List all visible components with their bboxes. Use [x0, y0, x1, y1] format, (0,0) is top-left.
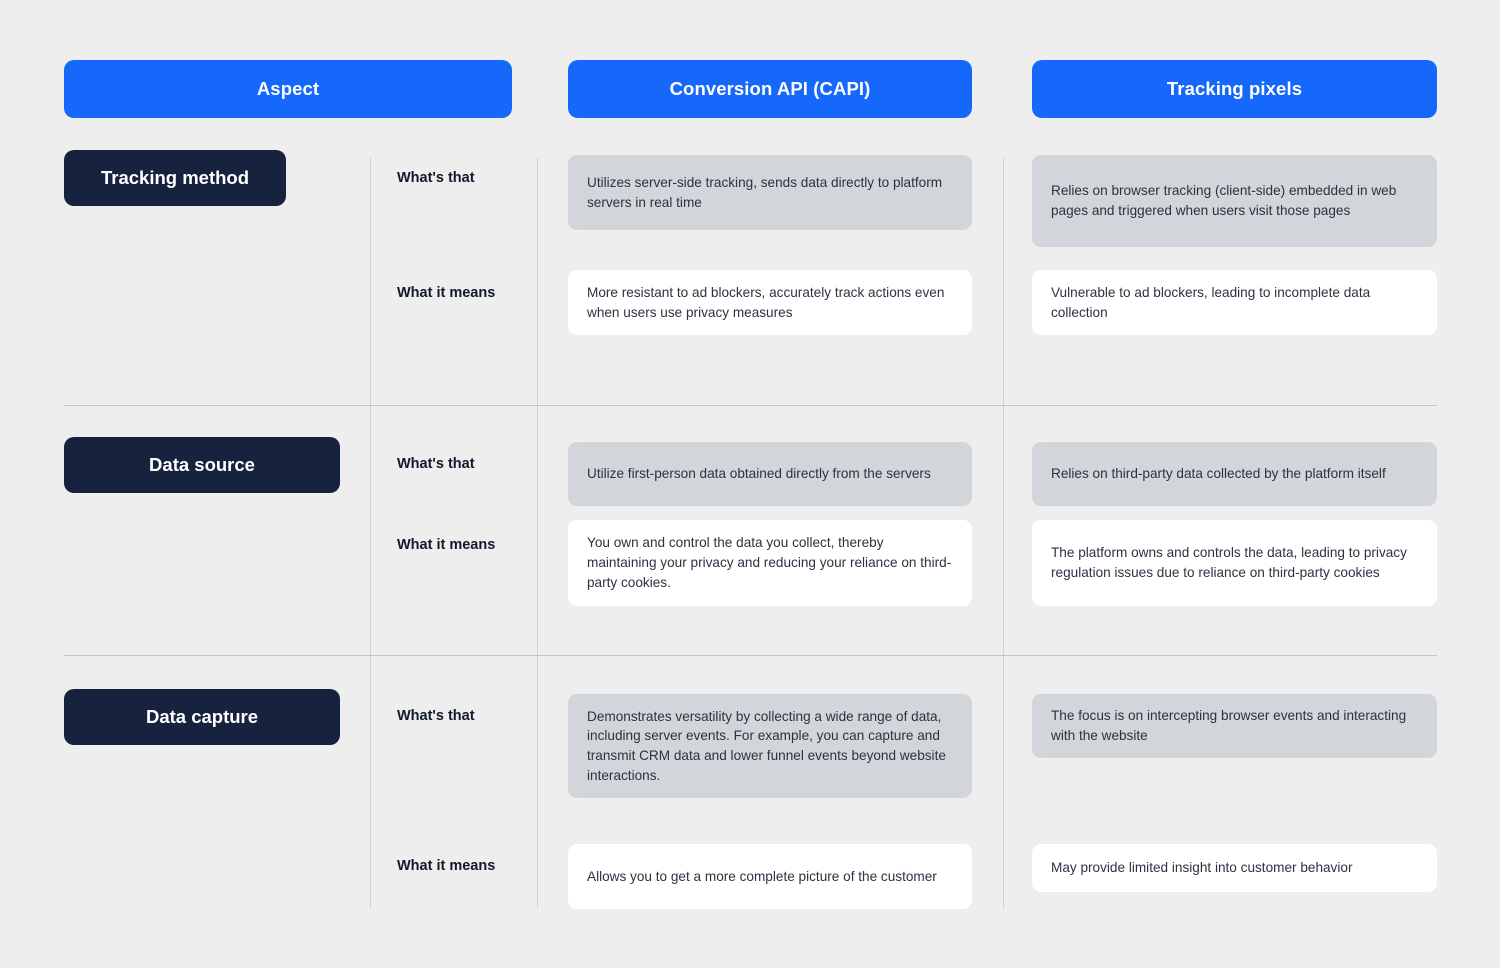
cell-capi-what-it-means: Allows you to get a more complete pictur… — [568, 844, 972, 909]
sub-label-what-it-means: What it means — [397, 858, 496, 874]
cell-text: The platform owns and controls the data,… — [1051, 545, 1407, 580]
sub-label-what-it-means: What it means — [397, 285, 496, 301]
aspect-label-text: Data capture — [145, 706, 259, 727]
cell-text: Vulnerable to ad blockers, leading to in… — [1051, 284, 1371, 320]
column-header-tracking-pixels-label: Tracking pixels — [1166, 78, 1303, 99]
cell-text: Utilize first-person data obtained direc… — [587, 466, 931, 482]
cell-capi-whats-that: Utilizes server-side tracking, sends dat… — [568, 155, 972, 230]
cell-text: May provide limited insight into custome… — [1051, 860, 1353, 876]
cell-capi-whats-that: Utilize first-person data obtained direc… — [568, 442, 972, 506]
cell-text: Relies on browser tracking (client-side)… — [1051, 183, 1397, 218]
aspect-label-data-source: Data source — [64, 437, 340, 493]
cell-text: More resistant to ad blockers, accuratel… — [587, 284, 945, 320]
horizontal-divider-row-1 — [64, 405, 1437, 406]
aspect-label-text: Tracking method — [100, 167, 250, 188]
sub-label-whats-that: What's that — [397, 456, 475, 472]
column-header-conversion-api-label: Conversion API (CAPI) — [669, 78, 871, 99]
table-header-row: Aspect Conversion API (CAPI) Tracking pi… — [0, 60, 1500, 118]
cell-pixels-whats-that: Relies on third-party data collected by … — [1032, 442, 1437, 506]
comparison-table-page: Aspect Conversion API (CAPI) Tracking pi… — [0, 0, 1500, 968]
cell-capi-what-it-means: More resistant to ad blockers, accuratel… — [568, 270, 972, 335]
cell-pixels-what-it-means: The platform owns and controls the data,… — [1032, 520, 1437, 606]
aspect-label-text: Data source — [149, 454, 255, 475]
cell-text: Allows you to get a more complete pictur… — [587, 868, 937, 884]
column-header-conversion-api: Conversion API (CAPI) — [568, 60, 972, 118]
aspect-label-tracking-method: Tracking method — [64, 150, 286, 206]
table-row: Data source What's that What it means Ut… — [0, 437, 1500, 655]
cell-pixels-whats-that: The focus is on intercepting browser eve… — [1032, 694, 1437, 758]
cell-text: Utilizes server-side tracking, sends dat… — [587, 174, 943, 210]
column-header-aspect: Aspect — [64, 60, 512, 118]
cell-text: Relies on third-party data collected by … — [1051, 466, 1386, 482]
cell-pixels-what-it-means: Vulnerable to ad blockers, leading to in… — [1032, 270, 1437, 335]
table-row: Data capture What's that What it means D… — [0, 689, 1500, 909]
column-header-tracking-pixels: Tracking pixels — [1032, 60, 1437, 118]
aspect-label-data-capture: Data capture — [64, 689, 340, 745]
cell-text: You own and control the data you collect… — [587, 535, 952, 590]
cell-pixels-what-it-means: May provide limited insight into custome… — [1032, 844, 1437, 892]
cell-capi-what-it-means: You own and control the data you collect… — [568, 520, 972, 606]
cell-text: Demonstrates versatility by collecting a… — [587, 708, 946, 783]
sub-label-whats-that: What's that — [397, 708, 475, 724]
cell-text: The focus is on intercepting browser eve… — [1051, 708, 1407, 743]
cell-pixels-whats-that: Relies on browser tracking (client-side)… — [1032, 155, 1437, 247]
column-header-aspect-label: Aspect — [256, 78, 320, 99]
horizontal-divider-row-2 — [64, 655, 1437, 656]
cell-capi-whats-that: Demonstrates versatility by collecting a… — [568, 694, 972, 798]
sub-label-whats-that: What's that — [397, 170, 475, 186]
table-row: Tracking method What's that What it mean… — [0, 150, 1500, 405]
sub-label-what-it-means: What it means — [397, 537, 496, 553]
